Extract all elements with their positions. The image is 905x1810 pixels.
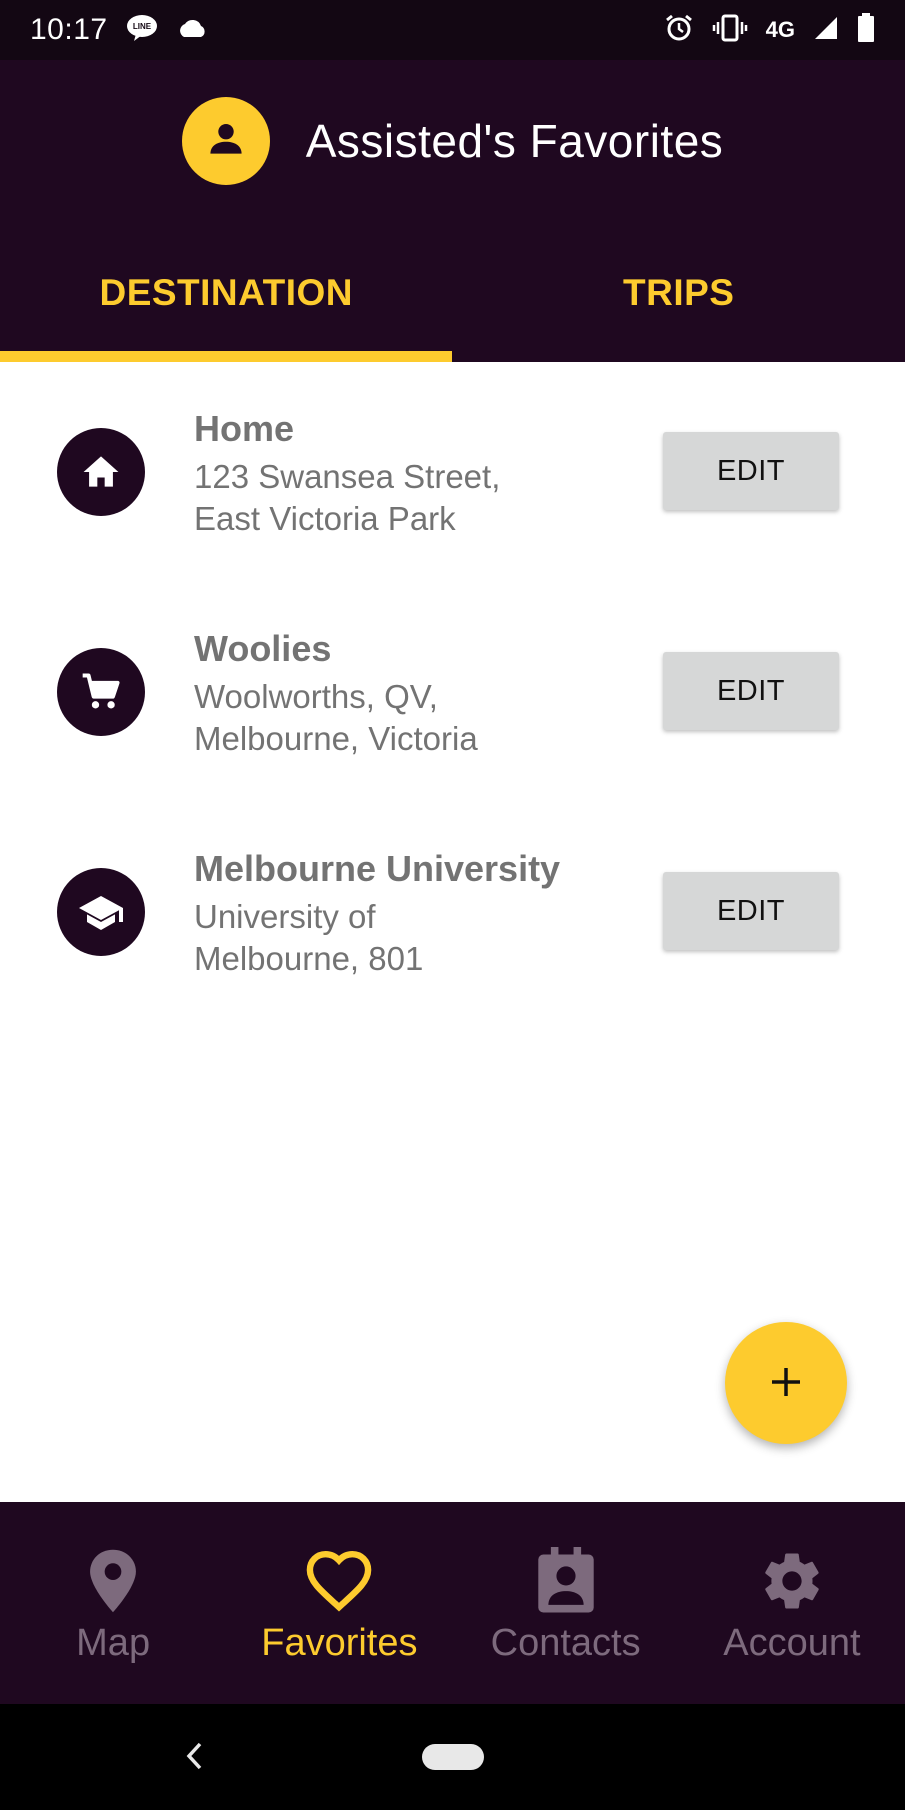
destination-name: Melbourne University <box>194 848 561 889</box>
status-bar: 10:17 LINE 4G <box>0 0 905 60</box>
signal-icon <box>813 15 839 46</box>
person-icon <box>204 117 248 166</box>
heart-icon <box>304 1546 374 1616</box>
destination-name: Woolies <box>194 628 332 669</box>
nav-label-favorites: Favorites <box>261 1622 418 1664</box>
item-text: Melbourne University University of Melbo… <box>194 848 634 980</box>
contacts-icon <box>535 1546 597 1616</box>
destination-address-line2: Melbourne, 801 <box>194 940 424 977</box>
avatar[interactable] <box>181 97 270 185</box>
location-pin-icon <box>88 1546 138 1616</box>
system-nav-bar <box>0 1704 905 1810</box>
status-time: 10:17 <box>30 13 108 46</box>
nav-item-contacts[interactable]: Contacts <box>453 1502 679 1704</box>
nav-label-account: Account <box>723 1622 861 1664</box>
nav-item-account[interactable]: Account <box>679 1502 905 1704</box>
nav-label-map: Map <box>76 1622 151 1664</box>
home-pill-button[interactable] <box>422 1744 484 1770</box>
active-tab-indicator <box>0 351 452 362</box>
nav-label-contacts: Contacts <box>490 1622 641 1664</box>
destination-address-line1: 123 Swansea Street, <box>194 458 501 495</box>
destination-address-line2: Melbourne, Victoria <box>194 720 478 757</box>
title-row: Assisted's Favorites <box>0 96 905 186</box>
list-item[interactable]: Woolies Woolworths, QV, Melbourne, Victo… <box>0 582 905 802</box>
gear-icon <box>759 1546 825 1616</box>
home-icon <box>57 428 145 516</box>
back-icon[interactable] <box>180 1738 210 1779</box>
edit-button[interactable]: EDIT <box>663 872 839 950</box>
list-item[interactable]: Home 123 Swansea Street, East Victoria P… <box>0 362 905 582</box>
alarm-icon <box>664 13 694 48</box>
nav-item-map[interactable]: Map <box>0 1502 226 1704</box>
destination-address-line1: Woolworths, QV, <box>194 678 438 715</box>
destination-address-line2: East Victoria Park <box>194 500 456 537</box>
nav-item-favorites[interactable]: Favorites <box>226 1502 452 1704</box>
tab-trips[interactable]: TRIPS <box>453 250 905 362</box>
app-header: Assisted's Favorites DESTINATION TRIPS <box>0 60 905 362</box>
edit-button[interactable]: EDIT <box>663 652 839 730</box>
svg-text:LINE: LINE <box>132 22 151 31</box>
destination-name: Home <box>194 408 295 449</box>
bottom-nav: Map Favorites Contacts Account <box>0 1502 905 1704</box>
tab-bar: DESTINATION TRIPS <box>0 250 905 362</box>
item-text: Home 123 Swansea Street, East Victoria P… <box>194 408 634 540</box>
list-item[interactable]: Melbourne University University of Melbo… <box>0 802 905 1022</box>
cloud-icon <box>176 17 208 44</box>
cart-icon <box>57 648 145 736</box>
plus-icon <box>768 1364 804 1403</box>
network-type: 4G <box>765 17 795 42</box>
graduation-cap-icon <box>57 868 145 956</box>
edit-button[interactable]: EDIT <box>663 432 839 510</box>
line-app-icon: LINE <box>126 14 158 47</box>
add-favorite-button[interactable] <box>725 1322 847 1444</box>
item-text: Woolies Woolworths, QV, Melbourne, Victo… <box>194 628 634 760</box>
page-title: Assisted's Favorites <box>305 115 724 167</box>
destination-address-line1: University of <box>194 898 376 935</box>
tab-destination[interactable]: DESTINATION <box>0 250 453 362</box>
battery-icon <box>857 12 875 48</box>
vibrate-icon <box>712 14 748 47</box>
